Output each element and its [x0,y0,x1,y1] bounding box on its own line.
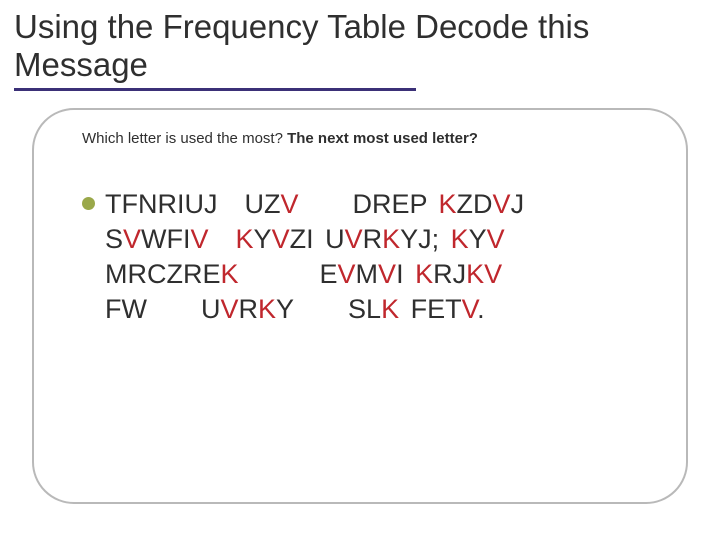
subtitle-part2: The next most used letter? [287,130,478,147]
cipher-highlight: K [221,259,239,289]
cipher-highlight: KV [466,259,502,289]
cipher-segment: YJ; [400,224,451,254]
slide: Using the Frequency Table Decode this Me… [0,0,720,540]
subtitle-part1: Which letter is used the most? [82,130,287,147]
cipher-block: TFNRIUJ UZV DREP KZDVJ SVWFIV KYVZI UVRK… [82,187,648,327]
title-block: Using the Frequency Table Decode this Me… [0,0,720,86]
cipher-segment: TFNRIUJ UZ [105,189,280,219]
cipher-highlight: V [493,189,511,219]
cipher-segment: Y [254,224,272,254]
cipher-highlight: V [280,189,298,219]
cipher-highlight: K [258,294,276,324]
title-underline [14,88,416,91]
cipher-segment: Y SL [276,294,381,324]
cipher-segment: M [356,259,379,289]
cipher-highlight: V [220,294,238,324]
cipher-highlight: K [451,224,469,254]
cipher-segment: ZI U [290,224,345,254]
cipher-segment: R [363,224,383,254]
cipher-highlight: V [272,224,290,254]
bullet-icon [82,197,95,210]
cipher-segment: WFI [141,224,190,254]
cipher-highlight: K [415,259,433,289]
cipher-segment: ZD [457,189,493,219]
subtitle: Which letter is used the most? The next … [82,130,648,147]
cipher-segment: R [239,294,259,324]
cipher-highlight: V [462,294,478,324]
cipher-highlight: V [345,224,363,254]
cipher-segment [209,224,236,254]
slide-title: Using the Frequency Table Decode this Me… [14,8,706,84]
cipher-highlight: K [236,224,254,254]
cipher-segment: E [239,259,338,289]
cipher-highlight: V [378,259,396,289]
cipher-segment: . [477,294,485,324]
content-frame: Which letter is used the most? The next … [32,108,688,504]
cipher-highlight: V [123,224,141,254]
cipher-segment: Y [469,224,487,254]
cipher-highlight: V [191,224,209,254]
cipher-segment: RJ [433,259,466,289]
cipher-text: TFNRIUJ UZV DREP KZDVJ SVWFIV KYVZI UVRK… [105,187,648,327]
cipher-highlight: K [381,294,399,324]
cipher-segment: FET [399,294,462,324]
cipher-segment: DREP [299,189,439,219]
cipher-highlight: V [338,259,356,289]
cipher-highlight: V [487,224,505,254]
cipher-highlight: K [382,224,400,254]
cipher-segment: I [396,259,415,289]
cipher-highlight: K [439,189,457,219]
